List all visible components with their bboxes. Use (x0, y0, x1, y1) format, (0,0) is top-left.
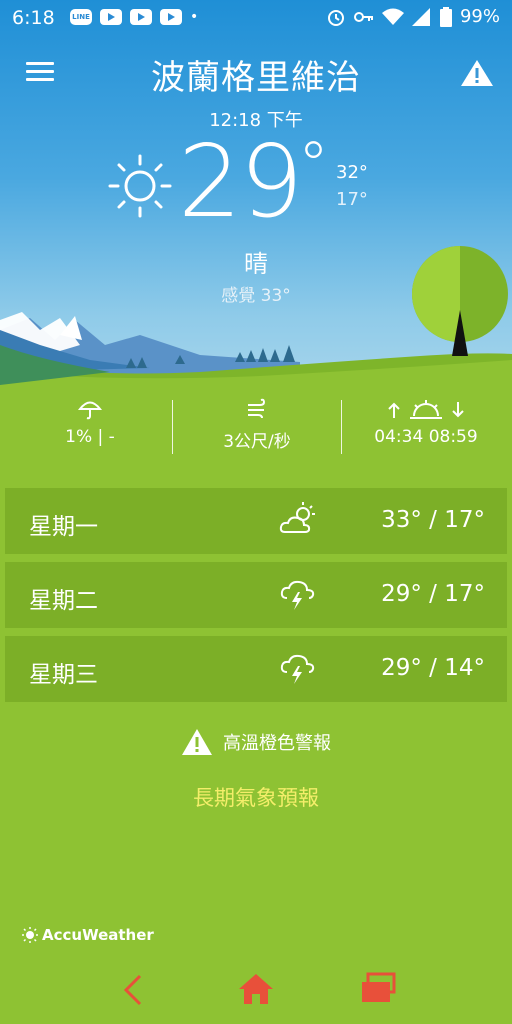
warning-icon (461, 60, 493, 86)
back-arrow-icon (123, 974, 142, 1006)
forecast-row[interactable]: 星期二 29° / 17° (5, 562, 507, 628)
youtube-icon (100, 9, 122, 25)
accuweather-logo: AccuWeather (22, 926, 154, 944)
forecast-temps: 29° / 14° (381, 655, 485, 681)
heat-alert-text: 高溫橙色警報 (223, 733, 331, 754)
sunny-icon (108, 154, 172, 218)
city-title: 波蘭格里維治 (151, 58, 361, 98)
low-temperature: 17° (336, 189, 368, 210)
umbrella-icon (78, 401, 102, 420)
sunrise-sunset-icon (388, 400, 464, 419)
system-icons: 99% (326, 6, 500, 27)
recent-apps-icon (362, 972, 396, 1002)
precipitation-stat: 1% | - (5, 396, 175, 447)
sun-times-stat: 04:34 08:59 (341, 396, 511, 447)
home-icon (239, 974, 273, 1004)
signal-icon (411, 7, 430, 26)
partly-cloudy-icon (279, 502, 315, 533)
alert-button[interactable] (460, 58, 494, 92)
recent-apps-button[interactable] (360, 972, 396, 1008)
degree-symbol: ° (298, 128, 329, 201)
stats-bar: 1% | - 3公尺/秒 04:34 08:59 (0, 396, 512, 458)
more-notifications-dot-icon: • (190, 9, 199, 25)
wind-stat: 3公尺/秒 (172, 396, 342, 452)
status-bar: 6:18 LINE • 99% (0, 0, 512, 36)
forecast-row[interactable]: 星期一 33° / 17° (5, 488, 507, 554)
sun-logo-icon (22, 927, 38, 943)
feels-like: 感覺 33° (221, 286, 291, 306)
navigation-bar (0, 960, 512, 1024)
line-app-icon: LINE (70, 9, 92, 25)
forecast-temps: 29° / 17° (381, 581, 485, 607)
high-temperature: 32° (336, 162, 368, 183)
wind-icon (248, 398, 266, 419)
brand-name: AccuWeather (42, 926, 154, 944)
forecast-temps: 33° / 17° (381, 507, 485, 533)
status-time: 6:18 (12, 7, 55, 29)
forecast-day: 星期一 (29, 514, 98, 540)
thunderstorm-icon (280, 654, 315, 684)
precipitation-value: 1% | - (65, 427, 115, 447)
long-range-forecast-link[interactable]: 長期氣象預報 (0, 782, 512, 812)
forecast-day: 星期二 (29, 588, 98, 614)
back-button[interactable] (120, 972, 146, 1012)
battery-icon (439, 6, 452, 27)
forecast-row[interactable]: 星期三 29° / 14° (5, 636, 507, 702)
notification-icons: LINE • (70, 9, 198, 25)
heat-alert-link[interactable]: 高溫橙色警報 (0, 728, 512, 756)
battery-percent: 99% (459, 6, 500, 27)
youtube-icon (130, 9, 152, 25)
forecast-day: 星期三 (29, 662, 98, 688)
wind-value: 3公尺/秒 (223, 432, 291, 452)
thunderstorm-icon (280, 580, 315, 610)
alarm-icon (327, 9, 344, 26)
current-temperature: 29 (178, 123, 303, 240)
sun-times-value: 04:34 08:59 (374, 427, 478, 447)
warning-icon (182, 729, 212, 755)
home-button[interactable] (238, 972, 274, 1010)
youtube-icon (160, 9, 182, 25)
vpn-key-icon (353, 11, 373, 22)
wifi-icon (381, 8, 404, 25)
weather-condition: 晴 (244, 250, 268, 278)
